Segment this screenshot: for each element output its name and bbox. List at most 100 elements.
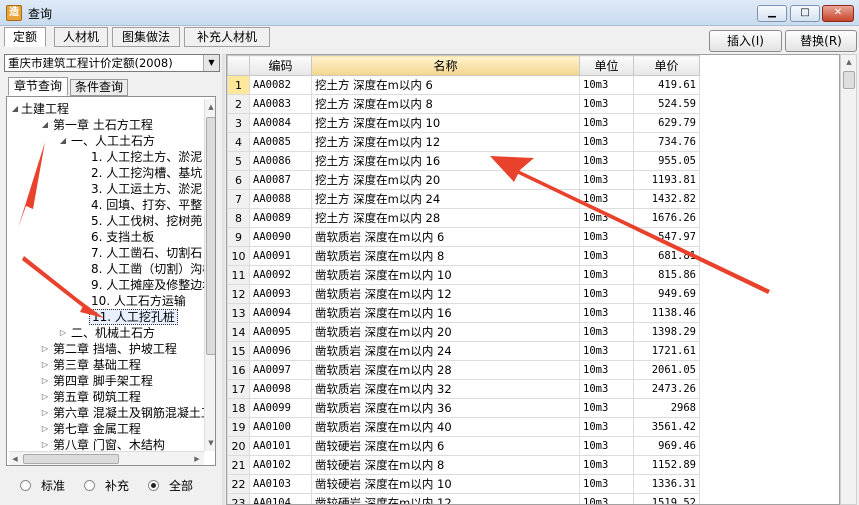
code-cell[interactable]: AA0083 xyxy=(249,94,312,114)
price-cell[interactable]: 1138.46 xyxy=(633,303,700,323)
price-cell[interactable]: 815.86 xyxy=(633,265,700,285)
name-cell[interactable]: 挖土方 深度在m以内 8 xyxy=(311,94,580,114)
tree-node[interactable]: 第一章 土石方工程 xyxy=(53,117,153,133)
col-header-name[interactable]: 名称 xyxy=(311,55,580,76)
name-cell[interactable]: 凿软质岩 深度在m以内 24 xyxy=(311,341,580,361)
unit-cell[interactable]: 10m3 xyxy=(579,227,634,247)
table-row[interactable]: 18 AA0099 凿软质岩 深度在m以内 36 10m3 2968 xyxy=(227,398,700,418)
price-cell[interactable]: 949.69 xyxy=(633,284,700,304)
tree-node[interactable]: 1. 人工挖土方、淤泥 xyxy=(91,149,202,165)
tree-node[interactable]: 10. 人工石方运输 xyxy=(91,293,186,309)
tree-expand-icon[interactable]: ▷ xyxy=(58,325,68,341)
code-cell[interactable]: AA0086 xyxy=(249,151,312,171)
tree-node[interactable]: 一、人工土石方 xyxy=(71,133,155,149)
name-cell[interactable]: 凿软质岩 深度在m以内 40 xyxy=(311,417,580,437)
filter-all-radio[interactable]: 全部 xyxy=(148,478,193,494)
unit-cell[interactable]: 10m3 xyxy=(579,151,634,171)
code-cell[interactable]: AA0088 xyxy=(249,189,312,209)
unit-cell[interactable]: 10m3 xyxy=(579,113,634,133)
unit-cell[interactable]: 10m3 xyxy=(579,455,634,475)
unit-cell[interactable]: 10m3 xyxy=(579,379,634,399)
unit-cell[interactable]: 10m3 xyxy=(579,322,634,342)
row-number-cell[interactable]: 12 xyxy=(227,284,250,304)
tab-chapter-query[interactable]: 章节查询 xyxy=(8,77,68,96)
price-cell[interactable]: 1519.52 xyxy=(633,493,700,504)
table-row[interactable]: 17 AA0098 凿软质岩 深度在m以内 32 10m3 2473.26 xyxy=(227,379,700,399)
price-cell[interactable]: 734.76 xyxy=(633,132,700,152)
code-cell[interactable]: AA0097 xyxy=(249,360,312,380)
tree-node[interactable]: 第六章 混凝土及钢筋混凝土工程 xyxy=(53,405,215,421)
tab-condition-query[interactable]: 条件查询 xyxy=(70,79,128,96)
name-cell[interactable]: 凿软质岩 深度在m以内 10 xyxy=(311,265,580,285)
row-number-cell[interactable]: 20 xyxy=(227,436,250,456)
table-row[interactable]: 22 AA0103 凿较硬岩 深度在m以内 10 10m3 1336.31 xyxy=(227,474,700,494)
code-cell[interactable]: AA0092 xyxy=(249,265,312,285)
table-row[interactable]: 8 AA0089 挖土方 深度在m以内 28 10m3 1676.26 xyxy=(227,208,700,228)
close-button[interactable]: ✕ xyxy=(822,5,854,22)
code-cell[interactable]: AA0094 xyxy=(249,303,312,323)
unit-cell[interactable]: 10m3 xyxy=(579,208,634,228)
code-cell[interactable]: AA0085 xyxy=(249,132,312,152)
grid-vertical-scrollbar[interactable]: ▲ xyxy=(840,54,857,505)
minimize-button[interactable]: ▁ xyxy=(757,5,787,22)
tree-node[interactable]: 4. 回填、打夯、平整 xyxy=(91,197,202,213)
radio-selected-icon[interactable] xyxy=(148,480,159,491)
code-cell[interactable]: AA0089 xyxy=(249,208,312,228)
tree-node[interactable]: 第三章 基础工程 xyxy=(53,357,141,373)
table-row[interactable]: 7 AA0088 挖土方 深度在m以内 24 10m3 1432.82 xyxy=(227,189,700,209)
code-cell[interactable]: AA0103 xyxy=(249,474,312,494)
tab-atlas-method[interactable]: 图集做法 xyxy=(112,27,180,47)
quota-library-select[interactable]: 重庆市建筑工程计价定额(2008) ▼ xyxy=(4,54,220,72)
price-cell[interactable]: 2061.05 xyxy=(633,360,700,380)
code-cell[interactable]: AA0098 xyxy=(249,379,312,399)
unit-cell[interactable]: 10m3 xyxy=(579,341,634,361)
name-cell[interactable]: 凿软质岩 深度在m以内 28 xyxy=(311,360,580,380)
table-row[interactable]: 2 AA0083 挖土方 深度在m以内 8 10m3 524.59 xyxy=(227,94,700,114)
code-cell[interactable]: AA0087 xyxy=(249,170,312,190)
price-cell[interactable]: 1676.26 xyxy=(633,208,700,228)
tree-node[interactable]: 9. 人工摊座及修整边坡 xyxy=(91,277,214,293)
name-cell[interactable]: 凿软质岩 深度在m以内 36 xyxy=(311,398,580,418)
pane-splitter[interactable] xyxy=(222,54,225,505)
tree-expand-icon[interactable]: ▷ xyxy=(40,341,50,357)
tree-expand-icon[interactable]: ◢ xyxy=(10,101,20,117)
name-cell[interactable]: 凿软质岩 深度在m以内 16 xyxy=(311,303,580,323)
tree-node[interactable]: 6. 支挡土板 xyxy=(91,229,154,245)
table-row[interactable]: 19 AA0100 凿软质岩 深度在m以内 40 10m3 3561.42 xyxy=(227,417,700,437)
tree-node[interactable]: 第四章 脚手架工程 xyxy=(53,373,153,389)
tree-node[interactable]: 土建工程 xyxy=(21,101,69,117)
tab-quota[interactable]: 定额 xyxy=(4,27,46,47)
unit-cell[interactable]: 10m3 xyxy=(579,265,634,285)
price-cell[interactable]: 1152.89 xyxy=(633,455,700,475)
code-cell[interactable]: AA0095 xyxy=(249,322,312,342)
row-number-cell[interactable]: 14 xyxy=(227,322,250,342)
tab-supplement-lmm[interactable]: 补充人材机 xyxy=(184,27,270,47)
grid-vertical-scroll-thumb[interactable] xyxy=(843,71,855,89)
table-row[interactable]: 9 AA0090 凿软质岩 深度在m以内 6 10m3 547.97 xyxy=(227,227,700,247)
unit-cell[interactable]: 10m3 xyxy=(579,398,634,418)
name-cell[interactable]: 挖土方 深度在m以内 28 xyxy=(311,208,580,228)
name-cell[interactable]: 凿软质岩 深度在m以内 6 xyxy=(311,227,580,247)
col-header-price[interactable]: 单价 xyxy=(633,55,700,76)
price-cell[interactable]: 2473.26 xyxy=(633,379,700,399)
code-cell[interactable]: AA0093 xyxy=(249,284,312,304)
table-row[interactable]: 1 AA0082 挖土方 深度在m以内 6 10m3 419.61 xyxy=(227,75,700,95)
name-cell[interactable]: 挖土方 深度在m以内 6 xyxy=(311,75,580,95)
tree-vertical-scroll-thumb[interactable] xyxy=(206,117,215,355)
row-number-cell[interactable]: 10 xyxy=(227,246,250,266)
tree-node[interactable]: 第二章 挡墙、护坡工程 xyxy=(53,341,177,357)
tree-expand-icon[interactable]: ▷ xyxy=(40,389,50,405)
row-number-cell[interactable]: 13 xyxy=(227,303,250,323)
table-row[interactable]: 5 AA0086 挖土方 深度在m以内 16 10m3 955.05 xyxy=(227,151,700,171)
table-row[interactable]: 10 AA0091 凿软质岩 深度在m以内 8 10m3 681.81 xyxy=(227,246,700,266)
row-number-cell[interactable]: 18 xyxy=(227,398,250,418)
price-cell[interactable]: 3561.42 xyxy=(633,417,700,437)
scroll-left-icon[interactable]: ◀ xyxy=(9,453,21,465)
tree-node[interactable]: 5. 人工伐树、挖树蔸 xyxy=(91,213,202,229)
row-number-cell[interactable]: 3 xyxy=(227,113,250,133)
tree-node[interactable]: 8. 人工凿（切割）沟槽 xyxy=(91,261,214,277)
name-cell[interactable]: 挖土方 深度在m以内 24 xyxy=(311,189,580,209)
radio-circle-icon[interactable] xyxy=(20,480,31,491)
price-cell[interactable]: 524.59 xyxy=(633,94,700,114)
table-row[interactable]: 3 AA0084 挖土方 深度在m以内 10 10m3 629.79 xyxy=(227,113,700,133)
